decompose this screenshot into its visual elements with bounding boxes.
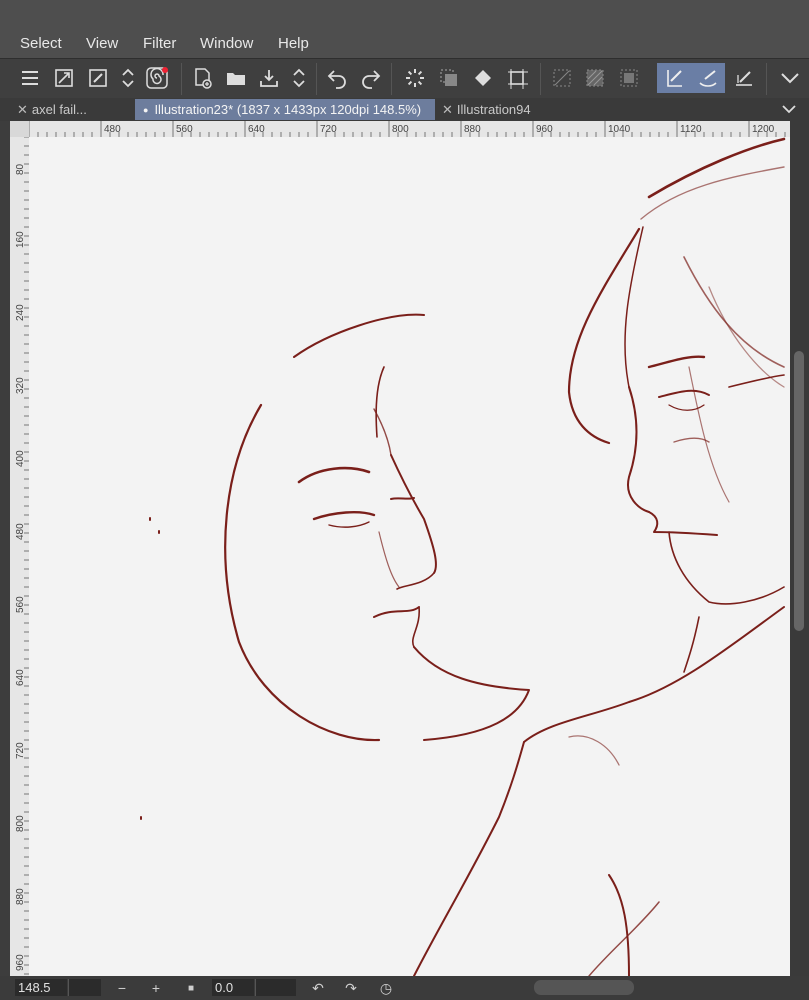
ruler-label: 480: [15, 523, 26, 540]
ruler-label: 400: [15, 450, 26, 467]
chevron-updown-icon[interactable]: [113, 63, 143, 93]
zoom-field[interactable]: 148.5: [15, 979, 67, 996]
tabs-chevron-down-icon[interactable]: [781, 101, 797, 122]
fit-page-icon[interactable]: ■: [181, 978, 201, 998]
ruler-label: 720: [15, 742, 26, 759]
document-tabs: ✕ axel fail... ● Illustration23* (1837 x 1…: [0, 98, 809, 121]
save-icon[interactable]: [254, 63, 284, 93]
close-icon[interactable]: ✕: [442, 102, 453, 117]
drawing-canvas[interactable]: [29, 137, 790, 976]
ruler-label: 1040: [608, 124, 631, 135]
horizontal-scrollbar-thumb[interactable]: [534, 980, 634, 995]
vertical-scrollbar[interactable]: [790, 121, 809, 976]
reset-rotation-icon[interactable]: ◷: [376, 978, 396, 998]
ruler-label: 560: [15, 596, 26, 613]
ruler-label: 80: [15, 163, 26, 175]
spiral-icon[interactable]: [142, 63, 172, 93]
fit-window-icon[interactable]: [49, 63, 79, 93]
brush-tool-icon[interactable]: [691, 63, 725, 93]
ruler-label: 1120: [680, 124, 702, 135]
left-panel-edge: [0, 121, 10, 976]
vertical-ruler: 80 160 240 320 400 480 560 640 720 800 8…: [10, 137, 30, 976]
ruler-label: 880: [464, 124, 481, 135]
undo-icon[interactable]: [322, 63, 352, 93]
rotation-slider[interactable]: [255, 979, 296, 996]
zoom-slider[interactable]: [68, 979, 101, 996]
eyedropper-edit-icon[interactable]: [83, 63, 113, 93]
toolbar-divider: [766, 63, 767, 95]
close-icon[interactable]: ✕: [17, 102, 28, 117]
hatched-selection-icon[interactable]: [580, 63, 610, 93]
pen-tool-icon[interactable]: [657, 63, 691, 93]
eraser-tool-icon[interactable]: [729, 63, 759, 93]
ruler-label: 320: [15, 377, 26, 394]
scrollbar-thumb[interactable]: [794, 351, 804, 631]
title-bar: [0, 0, 809, 32]
zoom-in-icon[interactable]: +: [146, 978, 166, 998]
menu-bar: Select View Filter Window Help: [0, 32, 809, 58]
ruler-label: 960: [536, 124, 553, 135]
toolbar-divider: [540, 63, 541, 95]
chevron-updown-icon[interactable]: [284, 63, 314, 93]
loading-icon[interactable]: [400, 63, 430, 93]
redo-icon[interactable]: [356, 63, 386, 93]
toolbar-divider: [181, 63, 182, 95]
rotate-right-icon[interactable]: ↷: [341, 978, 361, 998]
ruler-label: 960: [15, 954, 26, 971]
modified-dot-icon: ●: [143, 105, 149, 115]
ruler-label: 800: [392, 124, 409, 135]
open-folder-icon[interactable]: [221, 63, 251, 93]
tab-illustration23[interactable]: ● Illustration23* (1837 x 1433px 120dpi 1…: [135, 99, 435, 120]
ruler-label: 640: [248, 124, 265, 135]
chevron-down-icon[interactable]: [775, 63, 805, 93]
menu-help[interactable]: Help: [278, 35, 309, 52]
selection-frame-icon[interactable]: [614, 63, 644, 93]
ruler-label: 560: [176, 124, 193, 135]
command-bar: [0, 58, 809, 99]
ruler-label: 800: [15, 815, 26, 832]
menu-filter[interactable]: Filter: [143, 35, 176, 52]
toolbar-divider: [316, 63, 317, 95]
menu-window[interactable]: Window: [200, 35, 253, 52]
horizontal-ruler: 480 560 640 720 800 880 960 1040 1120 12…: [29, 121, 790, 138]
selection-layer-icon[interactable]: [434, 63, 464, 93]
ruler-label: 720: [320, 124, 337, 135]
toolbar-divider: [391, 63, 392, 95]
hamburger-menu-icon[interactable]: [15, 63, 45, 93]
tab-illustration94[interactable]: ✕ Illustration94: [442, 99, 557, 120]
ruler-label: 1200: [752, 124, 775, 135]
ruler-label: 480: [104, 124, 121, 135]
sketch-artwork: [140, 137, 786, 976]
status-bar: 148.5 − + ■ 0.0 ↶ ↷ ◷: [0, 976, 809, 1000]
zoom-out-icon[interactable]: −: [112, 978, 132, 998]
ruler-label: 640: [15, 669, 26, 686]
tab-axel-fail[interactable]: ✕ axel fail...: [17, 99, 130, 120]
menu-select[interactable]: Select: [20, 35, 62, 52]
ruler-label: 240: [15, 304, 26, 321]
ruler-label: 160: [15, 231, 26, 248]
ruler-label: 880: [15, 888, 26, 905]
ruler-corner: [10, 121, 29, 137]
rotate-left-icon[interactable]: ↶: [308, 978, 328, 998]
new-canvas-icon[interactable]: [188, 63, 218, 93]
clear-outside-icon[interactable]: [547, 63, 577, 93]
rotation-field[interactable]: 0.0: [212, 979, 254, 996]
transform-icon[interactable]: [502, 63, 532, 93]
fill-bucket-icon[interactable]: [468, 63, 498, 93]
menu-view[interactable]: View: [86, 35, 118, 52]
